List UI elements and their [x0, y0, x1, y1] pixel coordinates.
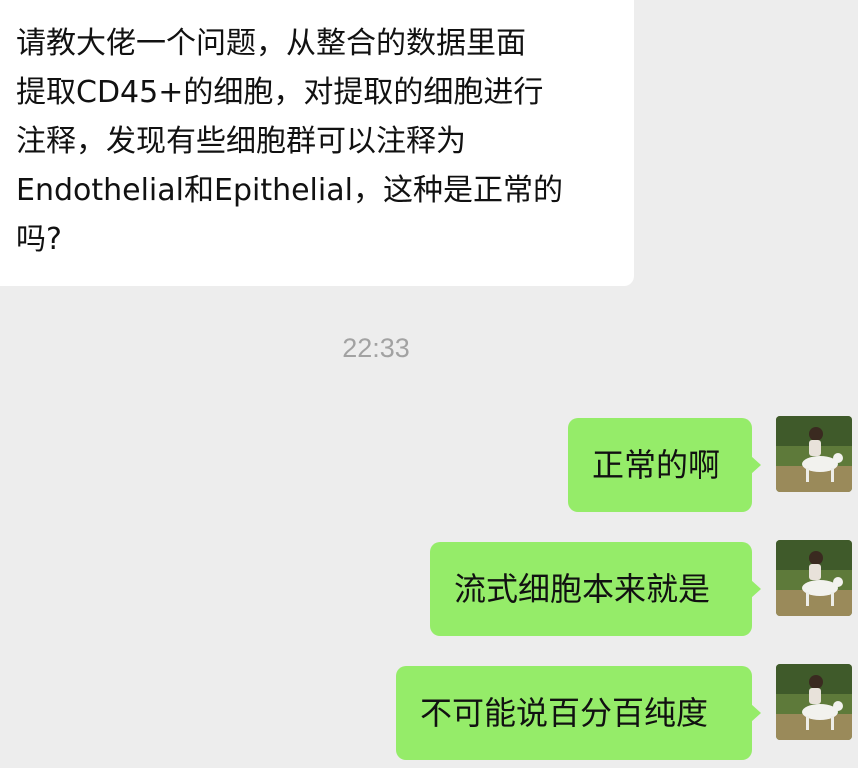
user-avatar[interactable]	[776, 664, 852, 740]
avatar-photo-icon	[776, 416, 852, 492]
user-avatar[interactable]	[776, 416, 852, 492]
outgoing-message-text: 正常的啊	[592, 446, 721, 484]
incoming-message-bubble[interactable]: 请教大佬一个问题，从整合的数据里面 提取CD45+的细胞，对提取的细胞进行 注释…	[0, 0, 634, 286]
user-avatar[interactable]	[776, 540, 852, 616]
outgoing-message-text: 不可能说百分百纯度	[420, 694, 709, 732]
outgoing-message-row: 不可能说百分百纯度	[0, 664, 858, 762]
outgoing-message-bubble[interactable]: 正常的啊	[568, 418, 761, 512]
outgoing-message-row: 流式细胞本来就是	[0, 540, 858, 638]
avatar-photo-icon	[776, 540, 852, 616]
outgoing-message-bubble[interactable]: 不可能说百分百纯度	[396, 666, 761, 760]
outgoing-message-row: 正常的啊	[0, 416, 858, 514]
avatar-photo-icon	[776, 664, 852, 740]
message-timestamp: 22:33	[342, 333, 410, 363]
incoming-message-text: 请教大佬一个问题，从整合的数据里面 提取CD45+的细胞，对提取的细胞进行 注释…	[16, 26, 563, 257]
outgoing-message-bubble[interactable]: 流式细胞本来就是	[430, 542, 761, 636]
outgoing-message-text: 流式细胞本来就是	[454, 570, 711, 608]
chat-window: 请教大佬一个问题，从整合的数据里面 提取CD45+的细胞，对提取的细胞进行 注释…	[0, 0, 858, 768]
